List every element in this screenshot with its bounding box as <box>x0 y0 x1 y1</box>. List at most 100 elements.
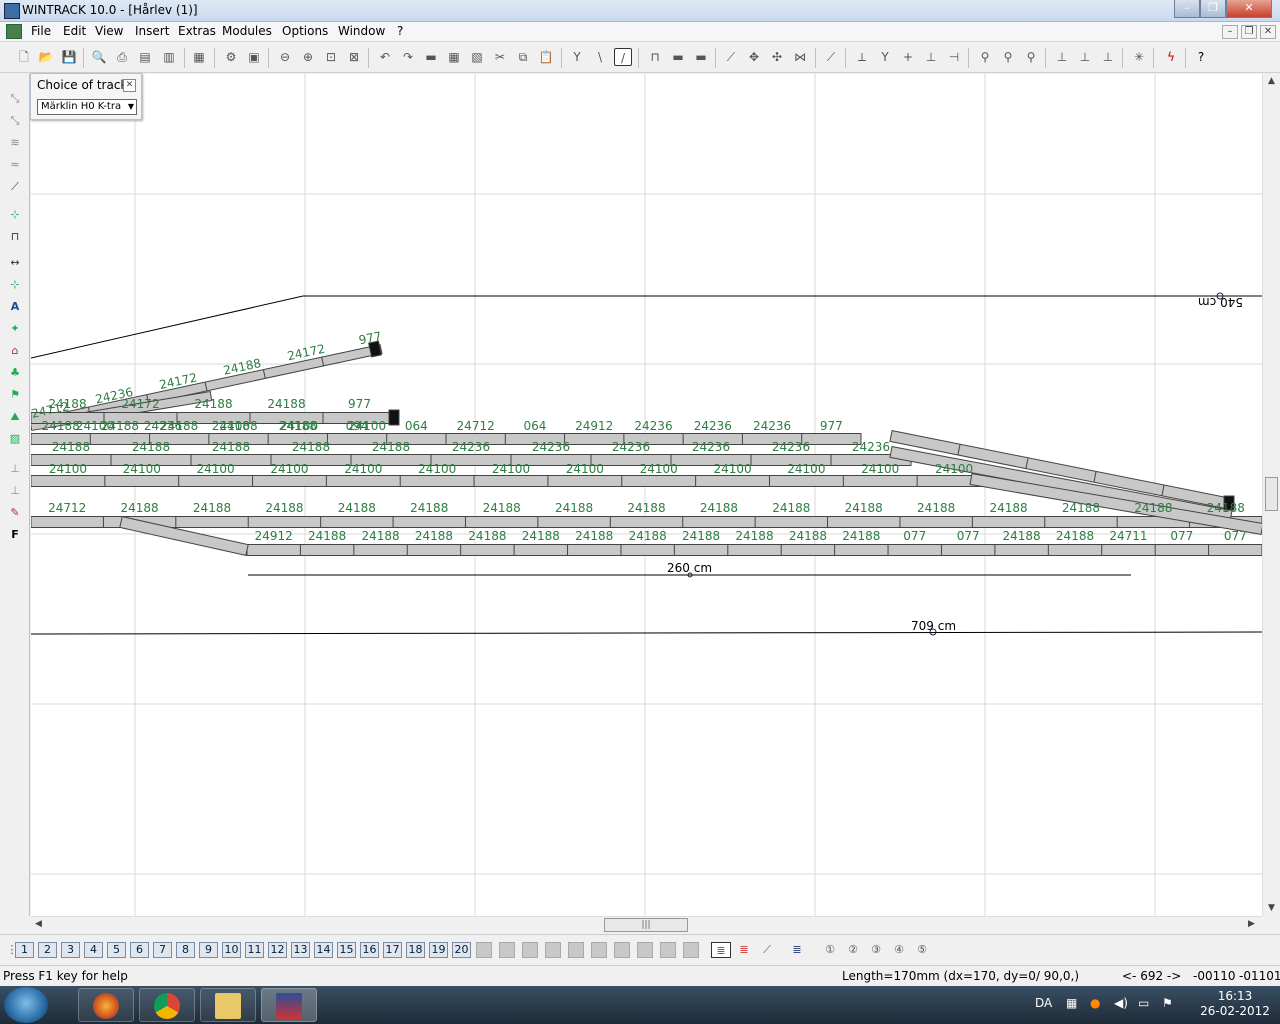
scroll-left-icon[interactable]: ◀ <box>35 919 42 929</box>
mirror-icon[interactable]: ⋈ <box>791 48 809 66</box>
text-tool-icon[interactable]: A <box>5 298 25 316</box>
tree-icon[interactable]: ♣ <box>5 364 25 382</box>
cut-icon[interactable]: ✂ <box>491 48 509 66</box>
end-icon[interactable]: ⊣ <box>945 48 963 66</box>
track-bundle-icon[interactable]: ≋ <box>5 134 25 152</box>
menu-insert[interactable]: Insert <box>135 24 169 38</box>
layer-button-7[interactable]: 7 <box>153 942 172 958</box>
vertical-scroll-thumb[interactable] <box>1265 477 1278 511</box>
horizontal-scroll-thumb[interactable]: ||| <box>604 918 688 932</box>
tunnel-icon[interactable]: ⊓ <box>646 48 664 66</box>
terrain-icon[interactable]: ⛰ <box>5 408 25 426</box>
scroll-down-icon[interactable]: ▼ <box>1268 903 1275 913</box>
measure-icon[interactable]: ⊥ <box>1053 48 1071 66</box>
menu-options[interactable]: Options <box>282 24 328 38</box>
flex-track-tool-2-icon[interactable]: ⤡ <box>5 112 25 130</box>
layer-button-3[interactable]: 3 <box>61 942 80 958</box>
font-icon[interactable]: F <box>5 526 25 544</box>
signal-tool-icon[interactable]: ⚑ <box>5 386 25 404</box>
new-file-icon[interactable]: 🗋 <box>15 48 33 66</box>
landscape-icon[interactable]: ▨ <box>5 430 25 448</box>
layer-button-5[interactable]: 5 <box>107 942 126 958</box>
layer-button-4[interactable]: 4 <box>84 942 103 958</box>
electric-icon[interactable]: ϟ <box>1162 48 1180 66</box>
tray-network-icon[interactable]: ▦ <box>1066 996 1077 1010</box>
print-preview-icon[interactable]: 🔍 <box>90 48 108 66</box>
layer-stack-icon[interactable]: ≣ <box>711 942 731 958</box>
menu-modules[interactable]: Modules <box>222 24 272 38</box>
track-system-select[interactable]: Märklin H0 K-tra ▼ <box>37 99 137 115</box>
chevron-down-icon[interactable]: ▼ <box>128 100 134 114</box>
3d-view-icon[interactable]: ▣ <box>245 48 263 66</box>
layer-button-12[interactable]: 12 <box>268 942 287 958</box>
layer-button-6[interactable]: 6 <box>130 942 149 958</box>
layer-button-20[interactable]: 20 <box>452 942 471 958</box>
pin-multi-icon[interactable]: ⚲ <box>999 48 1017 66</box>
layer-button-14[interactable]: 14 <box>314 942 333 958</box>
save-icon[interactable]: 💾 <box>60 48 78 66</box>
doc-close-button[interactable]: ✕ <box>1260 25 1276 39</box>
menu-file[interactable]: File <box>31 24 51 38</box>
layer-button-8[interactable]: 8 <box>176 942 195 958</box>
explorer-task[interactable] <box>200 988 256 1022</box>
vertical-scrollbar[interactable]: ▲ ▼ <box>1262 74 1280 916</box>
distance-icon[interactable]: ⊹ <box>5 206 25 224</box>
signal-icon[interactable]: ⟂ <box>853 48 871 66</box>
layer-ramp-icon[interactable]: ⟋ <box>757 942 777 958</box>
chrome-task[interactable] <box>139 988 195 1022</box>
snap-icon[interactable]: ✳ <box>1130 48 1148 66</box>
tray-flag-icon[interactable]: ⚑ <box>1162 996 1173 1010</box>
print-icon[interactable]: ⎙ <box>113 48 131 66</box>
tray-display-icon[interactable]: ▭ <box>1138 996 1149 1010</box>
layers-icon[interactable]: ▧ <box>468 48 486 66</box>
view-2-icon[interactable]: ② <box>843 942 863 958</box>
drawing-canvas[interactable]: 24712 24236 24172 24188 24172 977 24188 24172 24… <box>31 74 1262 916</box>
layer-button-17[interactable]: 17 <box>383 942 402 958</box>
turnout-icon[interactable]: Y <box>876 48 894 66</box>
grid-icon[interactable]: ▦ <box>445 48 463 66</box>
zoom-window-icon[interactable]: ⊡ <box>322 48 340 66</box>
view-1-icon[interactable]: ① <box>820 942 840 958</box>
layer-button-9[interactable]: 9 <box>199 942 218 958</box>
open-file-icon[interactable]: 📂 <box>37 48 55 66</box>
layer-button-1[interactable]: 1 <box>15 942 34 958</box>
maximize-button[interactable]: ❐ <box>1200 0 1226 18</box>
close-button[interactable]: ✕ <box>1226 0 1272 18</box>
pin-icon[interactable]: ⚲ <box>976 48 994 66</box>
layer-props-icon[interactable]: ≣ <box>787 942 807 958</box>
tray-volume-icon[interactable]: ◀) <box>1114 996 1128 1010</box>
menu-view[interactable]: View <box>95 24 123 38</box>
incline-icon[interactable]: ⟋ <box>5 178 25 196</box>
parts-list-icon[interactable]: ▥ <box>160 48 178 66</box>
document-icon[interactable] <box>6 24 22 39</box>
menu-window[interactable]: Window <box>338 24 385 38</box>
dimension-icon[interactable]: ↔ <box>5 254 25 272</box>
view-3-icon[interactable]: ③ <box>866 942 886 958</box>
zoom-out-icon[interactable]: ⊖ <box>276 48 294 66</box>
paint-icon[interactable]: ✎ <box>5 504 25 522</box>
zoom-all-icon[interactable]: ⊠ <box>345 48 363 66</box>
dimension-2-icon[interactable]: ⊹ <box>5 276 25 294</box>
menu-edit[interactable]: Edit <box>63 24 86 38</box>
view-5-icon[interactable]: ⑤ <box>912 942 932 958</box>
undo-icon[interactable]: ↶ <box>376 48 394 66</box>
context-help-icon[interactable]: ? <box>1192 48 1210 66</box>
settings-icon[interactable]: ⚙ <box>222 48 240 66</box>
rotate-icon[interactable]: ✣ <box>768 48 786 66</box>
copy-icon[interactable]: ⧉ <box>514 48 532 66</box>
start-button[interactable] <box>4 987 48 1023</box>
doc-restore-button[interactable]: ❐ <box>1241 25 1257 39</box>
taskbar-clock[interactable]: 16:13 26-02-2012 <box>1200 989 1270 1019</box>
layer-button-11[interactable]: 11 <box>245 942 264 958</box>
paste-icon[interactable]: 📋 <box>537 48 555 66</box>
tunnel-portal-icon[interactable]: ⊓ <box>5 228 25 246</box>
flex-track-tool-icon[interactable]: ⤡ <box>5 90 25 108</box>
layer-button-2[interactable]: 2 <box>38 942 57 958</box>
layer-button-13[interactable]: 13 <box>291 942 310 958</box>
layer-button-18[interactable]: 18 <box>406 942 425 958</box>
connect-icon[interactable]: ⟋ <box>722 48 740 66</box>
measure-tool-icon[interactable]: ⊥ <box>5 460 25 478</box>
block-icon[interactable]: ▬ <box>669 48 687 66</box>
building-icon[interactable]: ⌂ <box>5 342 25 360</box>
view-4-icon[interactable]: ④ <box>889 942 909 958</box>
